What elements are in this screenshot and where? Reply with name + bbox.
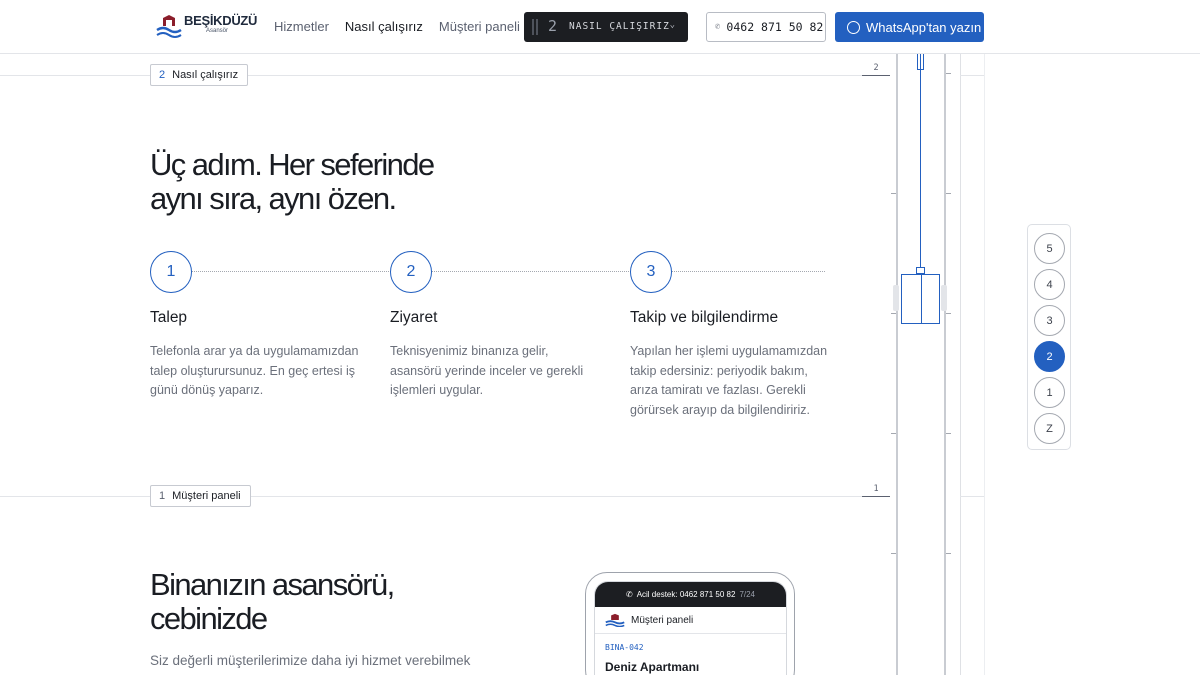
title-line: aynı sıra, aynı özen. <box>150 181 397 216</box>
chat-bubble-icon <box>847 20 860 34</box>
phone-button[interactable]: ✆ 0462 871 50 82 <box>706 12 826 42</box>
phone-screen: ✆ Acil destek: 0462 871 50 82 7/24 Müşte… <box>594 581 787 675</box>
section-divider <box>960 75 984 76</box>
shaft-tick <box>891 553 896 554</box>
elevator-cable <box>920 54 921 268</box>
shaft-tick <box>946 553 951 554</box>
chevron-down-icon: ⌄ <box>669 20 676 30</box>
shaft-tick <box>946 313 951 314</box>
whatsapp-button[interactable]: WhatsApp'tan yazın <box>835 12 984 42</box>
section-divider <box>0 75 890 76</box>
step-description: Teknisyenimiz binanıza gelir, asansörü y… <box>390 344 584 397</box>
shaft-tick <box>891 193 896 194</box>
floor-button-2[interactable]: 2 <box>1034 341 1065 372</box>
section-tag-label: Müşteri paneli <box>172 490 241 502</box>
emergency-support-label: Acil destek: 0462 871 50 82 <box>636 590 736 599</box>
rail-guide-left <box>893 285 899 311</box>
floor-button-z[interactable]: Z <box>1034 413 1065 444</box>
nav-link-musteri-paneli[interactable]: Müşteri paneli <box>439 19 520 34</box>
step-number-badge: 1 <box>150 251 192 293</box>
shaft-tick <box>946 193 951 194</box>
brand-subtitle: Asansör <box>206 28 229 34</box>
main-nav: Hizmetler Nasıl çalışırız Müşteri paneli <box>274 19 520 34</box>
title-line: cebinizde <box>150 601 268 636</box>
step-description: Yapılan her işlemi uygulamamızdan takip … <box>630 344 828 417</box>
floor-picker: 5 4 3 2 1 Z <box>1027 224 1071 450</box>
step-number-badge: 2 <box>390 251 432 293</box>
shaft-tick <box>891 433 896 434</box>
phone-app-header: Müşteri paneli <box>595 607 786 634</box>
brand-logo[interactable]: BEŞİKDÜZÜ Asansör <box>156 12 257 42</box>
floor-mark: 1 <box>862 484 890 497</box>
phone-status-bar: ✆ Acil destek: 0462 871 50 82 7/24 <box>595 582 786 607</box>
section-tag-number: 2 <box>159 69 166 81</box>
step-ziyaret: 2 Ziyaret Teknisyenimiz binanıza gelir, … <box>390 251 610 401</box>
elevator-car-hook <box>916 267 925 274</box>
step-talep: 1 Talep Telefonla arar ya da uygulamamız… <box>150 251 370 401</box>
section-divider <box>960 496 984 497</box>
phone-icon: ✆ <box>715 22 721 32</box>
floor-button-3[interactable]: 3 <box>1034 305 1065 336</box>
title-line: Binanızın asansörü, <box>150 567 395 602</box>
section-tag-how: 2 Nasıl çalışırız <box>150 64 249 86</box>
phone-number: 0462 871 50 82 <box>726 20 824 34</box>
whatsapp-label: WhatsApp'tan yazın <box>866 19 982 35</box>
step-title: Takip ve bilgilendirme <box>630 309 779 326</box>
step-title: Talep <box>150 309 188 326</box>
floor-indicator-icon <box>532 19 542 35</box>
shaft-tick <box>891 313 896 314</box>
support-hours: 7/24 <box>739 590 756 599</box>
floor-button-4[interactable]: 4 <box>1034 269 1065 300</box>
step-title: Ziyaret <box>390 309 438 326</box>
shaft-left-wall <box>896 54 898 675</box>
shaft-guide-line <box>960 54 961 675</box>
section-how-title: Üç adım. Her seferinde aynı sıra, aynı ö… <box>150 147 435 216</box>
section-panel-title: Binanızın asansörü, cebinizde <box>150 567 395 636</box>
elevator-car <box>901 274 940 324</box>
section-tag-number: 1 <box>159 490 166 502</box>
section-select-label: NASIL ÇALIŞIRIZ <box>569 21 670 32</box>
phone-app-title: Müşteri paneli <box>631 614 694 626</box>
section-divider <box>0 496 890 497</box>
floor-mark: 2 <box>862 63 890 76</box>
shaft-tick <box>946 433 951 434</box>
elevator-logo-icon <box>156 15 182 38</box>
building-name: Deniz Apartmanı <box>605 660 700 674</box>
phone-mockup: ✆ Acil destek: 0462 871 50 82 7/24 Müşte… <box>585 572 795 675</box>
current-floor-glyph: 2 <box>548 17 559 35</box>
building-code: BINA-042 <box>605 643 644 652</box>
elevator-logo-icon <box>605 613 625 627</box>
nav-link-hizmetler[interactable]: Hizmetler <box>274 19 329 34</box>
step-description: Telefonla arar ya da uygulamamızdan tale… <box>150 344 359 397</box>
section-tag-panel: 1 Müşteri paneli <box>150 485 251 507</box>
step-takip: 3 Takip ve bilgilendirme Yapılan her işl… <box>630 251 850 420</box>
floor-button-1[interactable]: 1 <box>1034 377 1065 408</box>
floor-button-5[interactable]: 5 <box>1034 233 1065 264</box>
site-header: BEŞİKDÜZÜ Asansör Hizmetler Nasıl çalışı… <box>0 0 1200 54</box>
phone-icon: ✆ <box>625 590 633 599</box>
nav-link-nasil-calisiriz[interactable]: Nasıl çalışırız <box>345 19 423 34</box>
section-select[interactable]: 2 NASIL ÇALIŞIRIZ ⌄ <box>524 12 688 42</box>
shaft-tick <box>946 73 951 74</box>
step-number-badge: 3 <box>630 251 672 293</box>
brand-name: BEŞİKDÜZÜ <box>184 13 258 28</box>
rail-guide-right <box>941 285 947 311</box>
shaft-outer-line <box>984 54 985 675</box>
title-line: Üç adım. Her seferinde <box>150 147 435 182</box>
section-tag-label: Nasıl çalışırız <box>172 69 239 81</box>
shaft-right-wall <box>944 54 946 675</box>
section-panel-lead: Siz değerli müşterilerimize daha iyi hiz… <box>150 653 471 668</box>
